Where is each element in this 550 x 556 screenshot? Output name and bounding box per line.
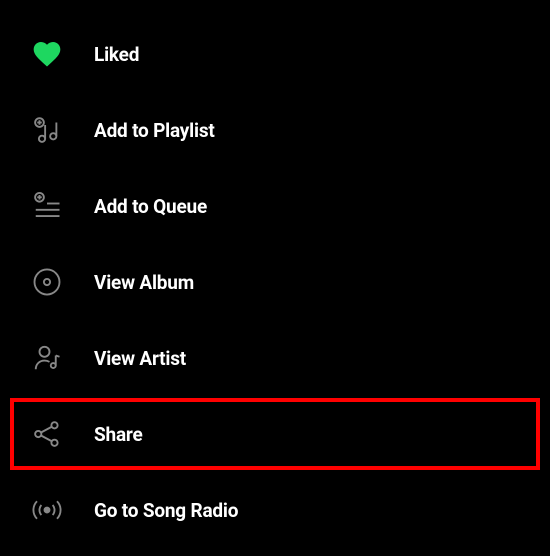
menu-item-add-to-queue[interactable]: Add to Queue	[0, 168, 550, 244]
menu-item-label: Go to Song Radio	[94, 499, 238, 522]
menu-item-label: View Album	[94, 271, 194, 294]
share-icon	[30, 417, 64, 451]
artist-icon	[30, 341, 64, 375]
context-menu: Liked Add to Playlist	[0, 0, 550, 548]
heart-icon	[30, 37, 64, 71]
menu-item-label: View Artist	[94, 347, 186, 370]
highlight-annotation	[10, 398, 540, 470]
radio-icon	[30, 493, 64, 527]
album-icon	[30, 265, 64, 299]
menu-item-view-artist[interactable]: View Artist	[0, 320, 550, 396]
add-queue-icon	[30, 189, 64, 223]
menu-item-label: Add to Queue	[94, 195, 207, 218]
add-playlist-icon	[30, 113, 64, 147]
menu-item-label: Add to Playlist	[94, 119, 215, 142]
menu-item-liked[interactable]: Liked	[0, 16, 550, 92]
menu-item-add-to-playlist[interactable]: Add to Playlist	[0, 92, 550, 168]
menu-item-share[interactable]: Share	[0, 396, 550, 472]
menu-item-go-to-song-radio[interactable]: Go to Song Radio	[0, 472, 550, 548]
menu-item-label: Share	[94, 423, 143, 446]
menu-item-view-album[interactable]: View Album	[0, 244, 550, 320]
menu-item-label: Liked	[94, 43, 139, 66]
